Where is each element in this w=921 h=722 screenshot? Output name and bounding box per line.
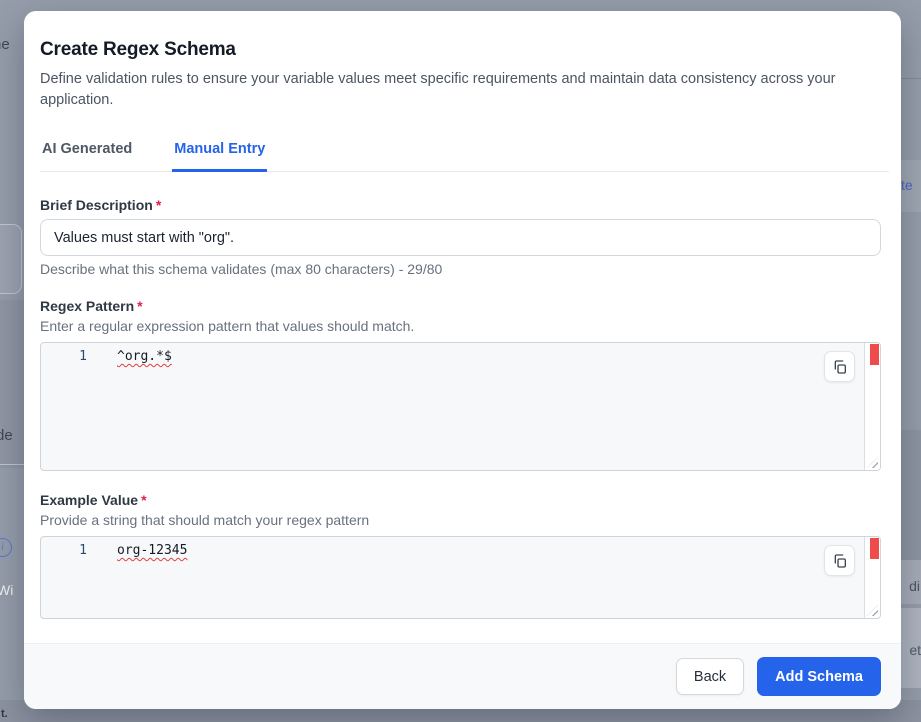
modal-description: Define validation rules to ensure your v… [40, 69, 860, 111]
tab-manual-entry[interactable]: Manual Entry [172, 141, 267, 172]
bg-text-fragment: ne [0, 36, 10, 53]
bg-text-fragment: de [0, 427, 13, 444]
copy-icon [832, 359, 848, 375]
example-value-label: Example Value* [40, 492, 147, 508]
bg-shade [901, 430, 921, 560]
error-marker [870, 344, 879, 365]
modal-footer: Back Add Schema [24, 643, 901, 709]
bg-text-fragment: di [909, 578, 920, 594]
required-asterisk: * [141, 492, 146, 508]
bg-text-fragment: Wi [0, 582, 13, 598]
create-regex-schema-modal: Create Regex Schema Define validation ru… [24, 11, 901, 709]
example-value-helper: Provide a string that should match your … [40, 512, 369, 528]
line-number: 1 [41, 543, 100, 558]
regex-pattern-helper: Enter a regular expression pattern that … [40, 318, 414, 334]
info-icon: i [0, 538, 12, 557]
add-schema-button[interactable]: Add Schema [757, 657, 881, 696]
example-value-editor[interactable]: 1 org-12345 [40, 536, 881, 619]
bg-divider [901, 78, 921, 79]
editor-line: 1 ^org.*$ [41, 343, 880, 364]
copy-button[interactable] [824, 545, 855, 576]
brief-description-helper: Describe what this schema validates (max… [40, 261, 442, 277]
editor-line: 1 org-12345 [41, 537, 880, 558]
regex-pattern-label: Regex Pattern* [40, 298, 143, 314]
line-number: 1 [41, 349, 100, 364]
regex-code-text[interactable]: ^org.*$ [100, 349, 172, 364]
back-button[interactable]: Back [676, 658, 744, 695]
bg-link-fragment: te [901, 177, 921, 193]
tab-ai-generated[interactable]: AI Generated [40, 141, 134, 171]
bg-card-fragment [0, 224, 22, 294]
brief-description-input[interactable] [40, 219, 881, 256]
required-asterisk: * [137, 298, 142, 314]
example-code-text[interactable]: org-12345 [100, 543, 187, 558]
brief-description-label: Brief Description* [40, 197, 161, 213]
bg-text-fragment: et [909, 642, 921, 658]
error-marker [870, 538, 879, 559]
tab-bar: AI Generated Manual Entry [40, 141, 889, 172]
regex-pattern-editor[interactable]: 1 ^org.*$ [40, 342, 881, 471]
copy-button[interactable] [824, 351, 855, 382]
modal-title: Create Regex Schema [40, 39, 236, 61]
required-asterisk: * [156, 197, 161, 213]
copy-icon [832, 553, 848, 569]
screen: ne de i Wi t. te di et Create Regex Sche… [0, 0, 921, 722]
bg-divider [0, 464, 24, 465]
